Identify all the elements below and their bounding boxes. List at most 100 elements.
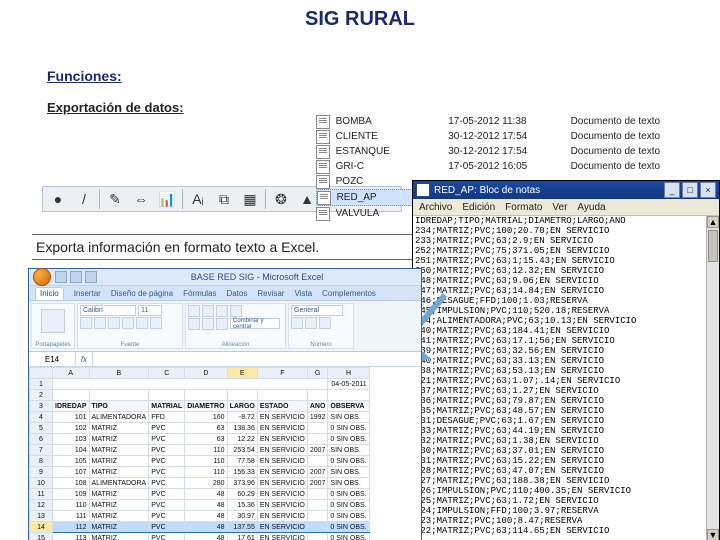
- column-header[interactable]: H: [328, 368, 369, 379]
- cell[interactable]: DIAMETRO: [185, 401, 227, 412]
- cell[interactable]: MATRIAL: [149, 401, 185, 412]
- cell[interactable]: 15.36: [227, 500, 257, 511]
- cell[interactable]: 113: [53, 533, 90, 540]
- cell[interactable]: SIN OBS.: [328, 445, 369, 456]
- ribbon-group-numero[interactable]: General Número: [288, 303, 354, 349]
- borders-button[interactable]: [122, 317, 134, 329]
- cell[interactable]: 373.96: [227, 478, 257, 489]
- cell[interactable]: 48: [185, 533, 227, 540]
- row-header[interactable]: 6: [30, 434, 53, 445]
- cell[interactable]: 60.29: [227, 489, 257, 500]
- comma-button[interactable]: [319, 317, 331, 329]
- cell[interactable]: [328, 390, 369, 401]
- ribbon-group-portapapeles[interactable]: Portapapeles: [31, 303, 75, 349]
- scroll-thumb[interactable]: [708, 230, 718, 262]
- cell[interactable]: ESTADO: [257, 401, 307, 412]
- cell[interactable]: 48: [185, 511, 227, 522]
- cell[interactable]: PVC: [149, 467, 185, 478]
- cell[interactable]: 63: [185, 423, 227, 434]
- cell[interactable]: PVC: [149, 533, 185, 540]
- cell[interactable]: 63: [185, 434, 227, 445]
- cell[interactable]: EN SERVICIO: [257, 445, 307, 456]
- cell[interactable]: ALIMENTADORA: [89, 412, 149, 423]
- row-header[interactable]: 7: [30, 445, 53, 456]
- cell[interactable]: [257, 390, 307, 401]
- chart-icon[interactable]: 📊: [155, 187, 179, 211]
- fill-color-button[interactable]: [136, 317, 148, 329]
- notepad-menubar[interactable]: ArchivoEdiciónFormatoVerAyuda: [413, 199, 719, 216]
- formula-input[interactable]: [93, 352, 421, 366]
- cell[interactable]: SIN OBS.: [328, 467, 369, 478]
- cell[interactable]: [227, 390, 257, 401]
- italic-button[interactable]: [94, 317, 106, 329]
- ribbon-tab[interactable]: Datos: [226, 289, 247, 298]
- notepad-menu-item[interactable]: Archivo: [419, 202, 452, 213]
- file-row[interactable]: GRI-C17-05-2012 16:05Documento de texto: [316, 159, 716, 174]
- row-header[interactable]: 3: [30, 401, 53, 412]
- cell[interactable]: 2007: [307, 478, 328, 489]
- spreadsheet-grid[interactable]: ABCDEFGH104-05-201123IDREDAPTIPOMATRIALD…: [29, 367, 421, 540]
- cell[interactable]: IDREDAP: [53, 401, 90, 412]
- cell[interactable]: PVC: [149, 522, 185, 533]
- qat-redo-icon[interactable]: [85, 271, 97, 283]
- column-header[interactable]: E: [227, 368, 257, 379]
- qat-save-icon[interactable]: [55, 271, 67, 283]
- cell[interactable]: [307, 434, 328, 445]
- cell[interactable]: MATRIZ: [89, 423, 149, 434]
- office-button[interactable]: [33, 268, 51, 286]
- cell[interactable]: 1992: [307, 412, 328, 423]
- cell[interactable]: 0 SIN OBS.: [328, 500, 369, 511]
- cell[interactable]: PVC: [149, 478, 185, 489]
- ribbon-tab[interactable]: Vista: [294, 289, 312, 298]
- cell[interactable]: 0 SIN OBS.: [328, 489, 369, 500]
- cell[interactable]: [53, 379, 328, 390]
- cell[interactable]: [307, 423, 328, 434]
- file-row[interactable]: CLIENTE30-12-2012 17:54Documento de text…: [316, 129, 716, 144]
- cell[interactable]: 104: [53, 445, 90, 456]
- row-header[interactable]: 8: [30, 456, 53, 467]
- cell[interactable]: ALIMENTADORA: [89, 478, 149, 489]
- cell[interactable]: EN SERVICIO: [257, 489, 307, 500]
- cell[interactable]: 48: [185, 489, 227, 500]
- column-header[interactable]: C: [149, 368, 185, 379]
- row-header[interactable]: 4: [30, 412, 53, 423]
- cell[interactable]: 160: [185, 412, 227, 423]
- cell[interactable]: [307, 500, 328, 511]
- font-size-dropdown[interactable]: 11: [138, 305, 162, 316]
- sketch-icon[interactable]: ✎: [103, 187, 127, 211]
- ribbon-tabs[interactable]: InicioInsertarDiseño de páginaFórmulasDa…: [29, 286, 421, 301]
- maximize-button[interactable]: □: [682, 182, 698, 198]
- ribbon-group-alineacion[interactable]: Combinar y centrar Alineación: [185, 303, 286, 349]
- cell[interactable]: 103: [53, 434, 90, 445]
- percent-button[interactable]: [305, 317, 317, 329]
- attributes-icon[interactable]: ⧉: [212, 187, 236, 211]
- cell[interactable]: [53, 390, 90, 401]
- cell[interactable]: EN SERVICIO: [257, 500, 307, 511]
- cell[interactable]: PVC: [149, 511, 185, 522]
- measure-icon[interactable]: ⇔: [129, 187, 153, 211]
- vertical-scrollbar[interactable]: ▲ ▼: [706, 216, 719, 540]
- row-header[interactable]: 15: [30, 533, 53, 540]
- cell[interactable]: 0 SIN OBS.: [328, 522, 369, 533]
- scroll-down-button[interactable]: ▼: [707, 529, 719, 540]
- cell[interactable]: [307, 522, 328, 533]
- column-header[interactable]: B: [89, 368, 149, 379]
- cell[interactable]: 109: [53, 489, 90, 500]
- add-line-icon[interactable]: /: [72, 187, 96, 211]
- cell[interactable]: 77.58: [227, 456, 257, 467]
- cell[interactable]: SIN OBS.: [328, 412, 369, 423]
- cell[interactable]: 0 SIN OBS.: [328, 423, 369, 434]
- cell[interactable]: 253.54: [227, 445, 257, 456]
- cell[interactable]: 105: [53, 456, 90, 467]
- ribbon-tab[interactable]: Complementos: [322, 289, 376, 298]
- cell[interactable]: EN SERVICIO: [257, 456, 307, 467]
- align-right-button[interactable]: [216, 318, 228, 330]
- row-header[interactable]: 12: [30, 500, 53, 511]
- ribbon-tab[interactable]: Revisar: [257, 289, 284, 298]
- excel-titlebar[interactable]: BASE RED SIG - Microsoft Excel: [29, 269, 421, 286]
- label-icon[interactable]: Aᵢ: [186, 187, 210, 211]
- paste-icon[interactable]: [41, 309, 65, 333]
- cell[interactable]: EN SERVICIO: [257, 467, 307, 478]
- cell[interactable]: 0 SIN OBS.: [328, 533, 369, 540]
- file-row[interactable]: BOMBA17-05-2012 11:38Documento de texto: [316, 114, 716, 129]
